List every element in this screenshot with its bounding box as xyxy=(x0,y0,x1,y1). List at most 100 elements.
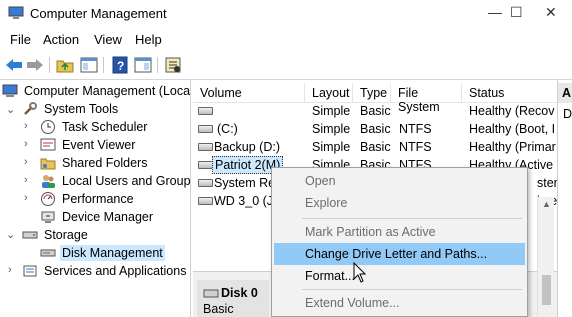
chevron-right-icon[interactable]: › xyxy=(24,192,28,204)
chevron-down-icon[interactable]: ⌄ xyxy=(6,228,15,241)
volume-name: System Re xyxy=(214,176,276,190)
table-row[interactable]: (C:) Simple Basic NTFS Healthy (Boot, I xyxy=(193,120,557,138)
tree-label: Disk Management xyxy=(60,245,165,261)
navigation-tree: Computer Management (Local ⌄ System Tool… xyxy=(0,80,191,317)
actions-header: A xyxy=(558,83,572,103)
tree-item-services-applications[interactable]: Services and Applications xyxy=(22,262,188,280)
context-menu: Open Explore Mark Partition as Active Ch… xyxy=(271,167,528,317)
tree-item-disk-management[interactable]: Disk Management xyxy=(40,244,165,262)
volume-type: Basic xyxy=(360,140,391,154)
maximize-button[interactable]: ☐ xyxy=(510,4,523,21)
system-tools-icon xyxy=(24,102,37,115)
table-row[interactable]: Simple Basic Healthy (Recov xyxy=(193,102,557,120)
close-button[interactable]: ✕ xyxy=(545,4,557,21)
tree-item-device-manager[interactable]: Device Manager xyxy=(40,208,155,226)
chevron-down-icon[interactable]: ⌄ xyxy=(6,103,15,116)
menu-help[interactable]: Help xyxy=(135,32,162,47)
drive-icon xyxy=(198,197,213,205)
mouse-cursor-icon xyxy=(353,262,367,283)
shared-folder-icon xyxy=(40,158,56,170)
volume-status: Healthy (Boot, I xyxy=(469,122,556,136)
actions-pane: A D xyxy=(557,80,572,317)
chevron-right-icon[interactable]: › xyxy=(8,264,12,276)
drive-icon xyxy=(198,107,213,115)
volume-type: Basic xyxy=(360,122,391,136)
menu-item-open[interactable]: Open xyxy=(274,170,525,192)
tree-item-performance[interactable]: Performance xyxy=(40,190,136,208)
column-header-volume[interactable]: Volume xyxy=(193,83,305,103)
column-header-status[interactable]: Status xyxy=(462,83,557,103)
actions-item[interactable]: D xyxy=(563,107,572,121)
drive-icon xyxy=(198,125,213,133)
scrollbar-thumb[interactable] xyxy=(542,275,551,305)
tree-item-shared-folders[interactable]: Shared Folders xyxy=(40,154,149,172)
users-icon xyxy=(42,175,55,188)
menu-file[interactable]: File xyxy=(10,32,31,47)
back-arrow-icon[interactable] xyxy=(4,55,24,75)
storage-icon xyxy=(22,231,38,239)
export-list-icon[interactable] xyxy=(163,55,183,75)
drive-icon xyxy=(198,143,213,151)
chevron-right-icon[interactable]: › xyxy=(24,138,28,150)
tree-label: Event Viewer xyxy=(62,138,136,152)
column-header-type[interactable]: Type xyxy=(353,83,391,103)
disk-type: Basic xyxy=(203,302,234,316)
volume-type: Basic xyxy=(360,104,391,118)
volume-name: Backup (D:) xyxy=(214,140,280,154)
clock-icon xyxy=(41,120,55,134)
menu-action[interactable]: Action xyxy=(43,32,79,47)
tree-label: Performance xyxy=(62,192,134,206)
volume-status: Healthy (Recov xyxy=(469,104,555,118)
disk-name: Disk 0 xyxy=(221,286,258,300)
volume-layout: Simple xyxy=(312,104,351,118)
services-icon xyxy=(23,265,37,277)
menu-view[interactable]: View xyxy=(94,32,122,47)
minimize-button[interactable]: — xyxy=(488,4,502,20)
computer-management-icon xyxy=(8,6,24,19)
performance-icon xyxy=(41,192,55,206)
up-folder-icon[interactable] xyxy=(55,55,75,75)
tree-item-task-scheduler[interactable]: Task Scheduler xyxy=(40,118,149,136)
volume-name: (C:) xyxy=(217,122,238,136)
table-row[interactable]: Backup (D:) Simple Basic NTFS Healthy (P… xyxy=(193,138,557,156)
device-manager-icon xyxy=(41,211,55,223)
column-header-file-system[interactable]: File System xyxy=(391,83,462,114)
volume-fs: NTFS xyxy=(399,122,432,136)
menu-item-change-drive-letter[interactable]: Change Drive Letter and Paths... xyxy=(274,243,525,265)
forward-arrow-icon[interactable] xyxy=(25,55,45,75)
tree-label: Device Manager xyxy=(62,210,154,224)
chevron-right-icon[interactable]: › xyxy=(24,120,28,132)
drive-icon xyxy=(198,161,213,169)
show-hide-tree-icon[interactable] xyxy=(79,55,99,75)
menu-item-mark-active[interactable]: Mark Partition as Active xyxy=(274,221,525,243)
tree-item-local-users-groups[interactable]: Local Users and Groups xyxy=(40,172,190,190)
menu-bar: File Action View Help xyxy=(0,30,572,50)
tree-label: Storage xyxy=(44,228,88,242)
tree-label: Shared Folders xyxy=(62,156,148,170)
vertical-scrollbar[interactable]: ▲ xyxy=(537,197,554,317)
chevron-right-icon[interactable]: › xyxy=(24,156,28,168)
tree-item-event-viewer[interactable]: Event Viewer xyxy=(40,136,137,154)
tree-item-storage[interactable]: Storage xyxy=(22,226,90,244)
volume-layout: Simple xyxy=(312,122,351,136)
volume-layout: Simple xyxy=(312,140,351,154)
menu-item-explore[interactable]: Explore xyxy=(274,192,525,214)
scroll-up-icon[interactable]: ▲ xyxy=(542,199,551,209)
tree-item-computer-management[interactable]: Computer Management (Local xyxy=(2,82,190,100)
column-header-layout[interactable]: Layout xyxy=(305,83,353,103)
properties-icon[interactable] xyxy=(133,55,153,75)
tree-item-system-tools[interactable]: System Tools xyxy=(22,100,120,118)
svg-text:?: ? xyxy=(117,59,124,73)
disk-management-icon xyxy=(40,249,56,257)
menu-item-extend-volume[interactable]: Extend Volume... xyxy=(274,292,525,314)
menu-item-format[interactable]: Format... xyxy=(274,265,525,287)
column-headers: Volume Layout Type File System Status xyxy=(193,83,557,114)
drive-icon xyxy=(198,179,213,187)
chevron-right-icon[interactable]: › xyxy=(24,174,28,186)
window-title: Computer Management xyxy=(30,6,167,21)
volume-fs: NTFS xyxy=(399,140,432,154)
disk-icon xyxy=(203,289,219,298)
tree-label: System Tools xyxy=(44,102,119,116)
toolbar: ? xyxy=(0,52,572,78)
help-icon[interactable]: ? xyxy=(110,55,130,75)
